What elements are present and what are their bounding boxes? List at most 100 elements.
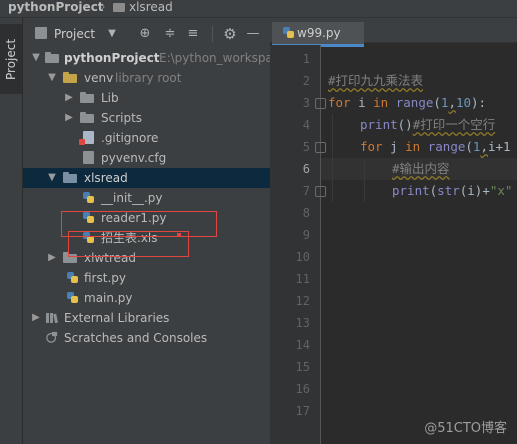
line-number: 16 [295,382,310,396]
package-folder-icon [63,172,77,183]
project-view-dropdown[interactable]: Project [54,24,95,44]
code-keyword: for [360,139,383,154]
watermark: @51CTO博客 [424,421,507,436]
line-number: 11 [295,272,310,286]
code-line-3[interactable]: for i in range(1,10): [328,92,486,114]
python-file-icon [67,272,78,283]
line-number: 9 [302,228,310,242]
fold-marker-icon[interactable] [315,142,326,153]
line-number-current: 6 [302,162,310,176]
line-number: 5 [302,140,310,154]
tree-item-venv[interactable]: ▼ venv library root [23,68,270,88]
dropdown-icon[interactable]: ▼ [103,24,121,44]
tree-item-label: main.py [84,291,133,305]
tree-item-label: pyvenv.cfg [101,151,167,165]
code-punct: () [397,117,413,132]
collapsed-arrow-icon[interactable]: ▶ [63,88,75,108]
expand-arrow-icon[interactable]: ▼ [30,48,42,68]
tree-item-scratches[interactable]: Scratches and Consoles [23,328,270,348]
tree-item-gitignore[interactable]: .gitignore [23,128,270,148]
line-number: 12 [295,294,310,308]
code-line-7[interactable]: print(str(i)+"x" [392,180,512,202]
project-tool-tab-label: Project [4,38,18,80]
tree-item-pythonproject[interactable]: ▼ pythonProject E:\python_workspace [23,48,287,68]
python-file-icon [67,292,78,303]
line-number: 13 [295,316,310,330]
tree-item-label: __init__.py [101,191,163,205]
code-punct: ( [465,139,473,154]
line-number: 1 [302,52,310,66]
code-builtin: range [420,139,466,154]
tree-item-library-hint: library root [115,71,182,85]
tree-item-label: pythonProject [64,51,160,65]
code-number: 10 [455,95,472,110]
tree-item-label: Lib [101,91,119,105]
folder-icon [113,3,125,12]
code-variable: i [350,95,374,110]
code-line-5[interactable]: for j in range(1,i+1 [360,136,511,158]
collapsed-arrow-icon[interactable]: ▶ [46,248,58,268]
breadcrumb-separator-icon: › [101,0,106,13]
code-builtin: print [360,117,398,132]
tab-label: w99.py [297,26,341,40]
tree-item-label: External Libraries [64,311,170,325]
library-icon [46,313,58,324]
annotation-box-xls-file [68,231,189,257]
fold-marker-icon[interactable] [315,186,326,197]
tree-item-xlsread[interactable]: ▼ xlsread [23,168,270,188]
folder-icon [63,72,77,83]
expand-all-icon[interactable]: ≑ [161,24,179,44]
line-number: 15 [295,360,310,374]
line-number: 14 [295,338,310,352]
collapsed-arrow-icon[interactable]: ▶ [63,108,75,128]
line-number: 7 [302,184,310,198]
ignore-badge-icon [79,139,85,145]
tree-item-first-py[interactable]: first.py [23,268,270,288]
crosshair-icon[interactable]: ⊕ [136,24,154,44]
code-builtin: str [437,183,460,198]
code-expression: (i)+ [459,183,490,198]
tree-item-external-libraries[interactable]: ▶ External Libraries [23,308,270,328]
code-punct: ): [471,95,487,110]
folder-icon [80,112,94,123]
tree-item-path-hint: E:\python_workspace [159,51,287,65]
tree-item-init-py[interactable]: __init__.py [23,188,270,208]
minimize-icon[interactable]: — [244,24,262,44]
fold-marker-icon[interactable] [315,98,326,109]
expand-arrow-icon[interactable]: ▼ [46,168,58,188]
tree-item-label: .gitignore [101,131,159,145]
tree-item-pyvenv-cfg[interactable]: pyvenv.cfg [23,148,270,168]
expand-arrow-icon[interactable]: ▼ [46,68,58,88]
tree-item-label: Scratches and Consoles [64,331,208,345]
code-line-6[interactable]: #输出内容 [392,158,450,180]
config-file-icon [83,151,94,164]
tree-item-label: first.py [84,271,126,285]
gear-icon[interactable]: ⚙ [221,24,239,44]
line-number: 8 [302,206,310,220]
tree-item-label: Scripts [101,111,143,125]
line-number: 2 [302,74,310,88]
tree-item-label: xlsread [84,171,128,185]
tree-item-label: venv [84,71,114,85]
indent-guide [332,114,333,202]
breadcrumb-folder[interactable]: xlsread [113,0,173,15]
code-comment: #打印一个空行 [412,117,496,132]
code-keyword: for [328,95,351,110]
line-number: 17 [295,404,310,418]
collapse-all-icon[interactable]: ≡ [184,24,202,44]
collapsed-arrow-icon[interactable]: ▶ [30,308,42,328]
code-keyword: in [373,95,389,110]
indent-guide [364,158,365,202]
tree-item-scripts[interactable]: ▶ Scripts [23,108,270,128]
code-keyword: in [405,139,421,154]
code-line-2[interactable]: #打印九九乘法表 [328,70,423,92]
code-punct: , [448,95,456,110]
python-file-icon [83,192,94,203]
breadcrumb-project[interactable]: pythonProject [8,0,104,15]
code-line-4[interactable]: print()#打印一个空行 [360,114,495,136]
tree-item-lib[interactable]: ▶ Lib [23,88,270,108]
annotation-marker [177,233,181,237]
tree-item-main-py[interactable]: main.py [23,288,270,308]
code-expression: i+1 [487,139,511,154]
code-variable: j [382,139,406,154]
